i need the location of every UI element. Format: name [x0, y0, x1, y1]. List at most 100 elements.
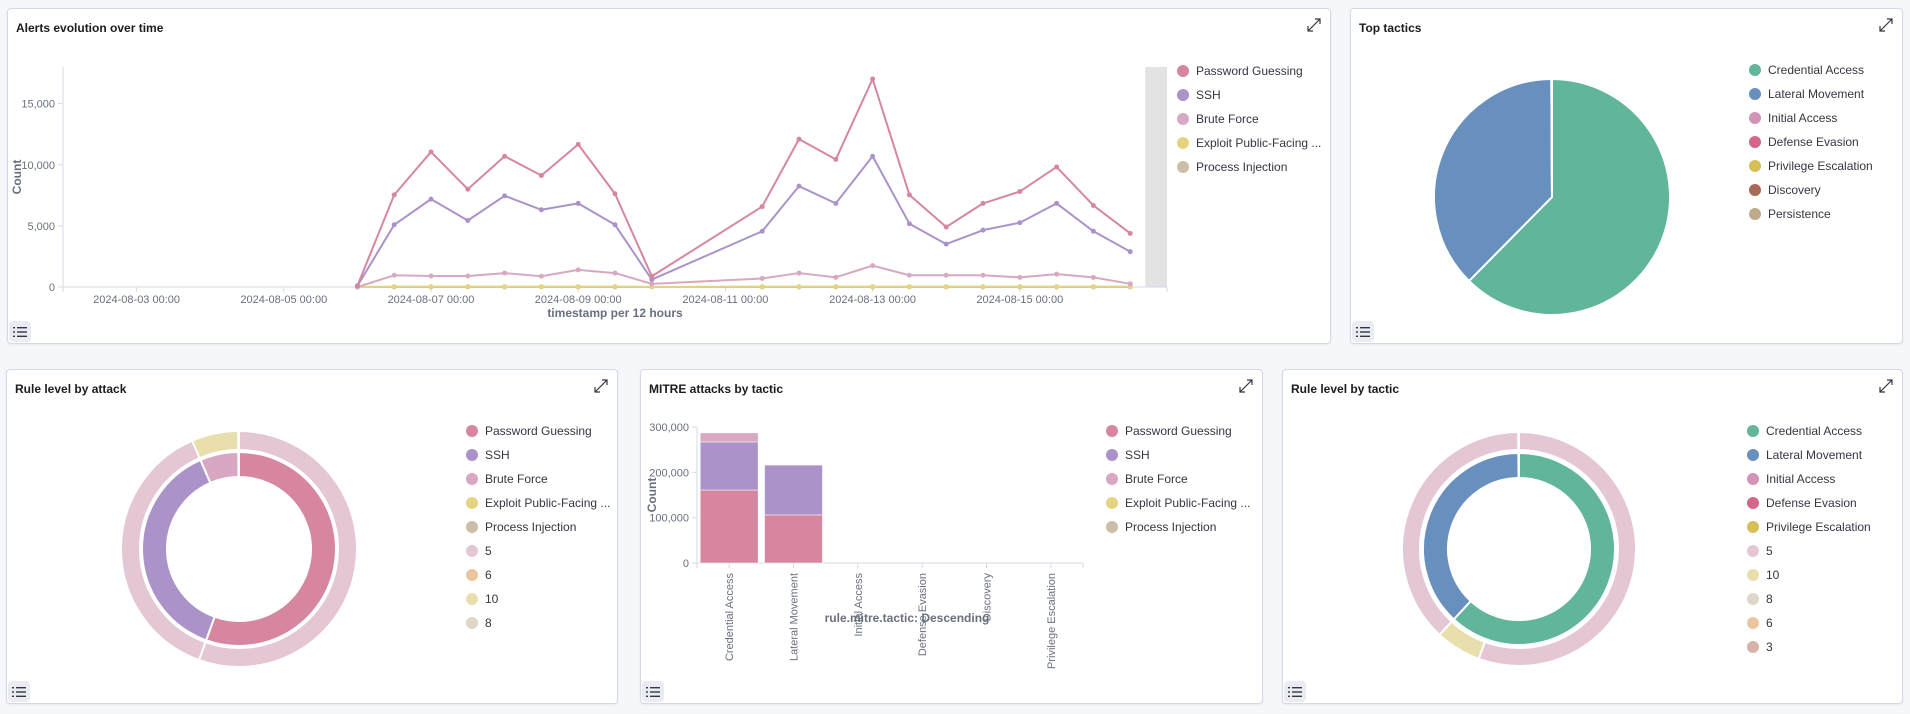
legend-item[interactable]: SSH [466, 443, 610, 467]
legend-item[interactable]: Initial Access [1749, 106, 1873, 130]
data-point [612, 191, 618, 197]
legend-label: SSH [485, 448, 510, 462]
legend-color-dot [1177, 89, 1189, 101]
legend-item[interactable]: Password Guessing [1177, 59, 1321, 83]
line-chart: 0 5,000 10,000 15,000 2024-08-03 00:00 2024-0… [10, 67, 1168, 320]
data-point [612, 222, 618, 228]
legend-item[interactable]: Process Injection [1177, 155, 1321, 179]
data-point [1127, 281, 1133, 287]
legend-item[interactable]: 10 [1747, 563, 1871, 587]
legend-label: Process Injection [485, 520, 577, 534]
x-tick-label: Credential Access [724, 573, 736, 662]
data-point [906, 284, 912, 290]
y-tick-label: 300,000 [649, 422, 689, 434]
legend-item[interactable]: Privilege Escalation [1749, 154, 1873, 178]
legend-label: Initial Access [1766, 472, 1836, 486]
legend-item[interactable]: Process Injection [466, 515, 610, 539]
y-tick-label: 200,000 [649, 467, 689, 479]
legend-color-dot [1106, 521, 1118, 533]
legend-item[interactable]: Exploit Public-Facing ... [1106, 491, 1250, 515]
legend-item[interactable]: Password Guessing [466, 419, 610, 443]
legend-item[interactable]: Brute Force [1177, 107, 1321, 131]
legend-color-dot [466, 569, 478, 581]
data-point [354, 283, 360, 289]
legend-label: Process Injection [1196, 160, 1288, 174]
legend-item[interactable]: 3 [1747, 635, 1871, 659]
legend-label: 8 [1766, 592, 1773, 606]
data-point [465, 186, 471, 192]
legend-item[interactable]: 8 [1747, 587, 1871, 611]
legend-item[interactable]: Discovery [1749, 178, 1873, 202]
toggle-legend-button[interactable] [9, 321, 31, 342]
legend-item[interactable]: Process Injection [1106, 515, 1250, 539]
legend-item[interactable]: Lateral Movement [1747, 443, 1871, 467]
chart-legend: Password Guessing SSH Brute Force Exploit P… [1106, 419, 1250, 539]
list-icon [1288, 686, 1302, 697]
legend-item[interactable]: Exploit Public-Facing ... [1177, 131, 1321, 155]
legend-label: Defense Evasion [1766, 496, 1857, 510]
legend-color-dot [1749, 136, 1761, 148]
data-point [575, 141, 581, 147]
x-tick-label: 2024-08-05 00:00 [240, 294, 327, 306]
data-point [502, 284, 508, 290]
series-line [357, 264, 1131, 288]
x-axis-title: rule.mitre.tactic: Descending [825, 611, 990, 625]
legend-item[interactable]: Exploit Public-Facing ... [466, 491, 610, 515]
legend-item[interactable]: Defense Evasion [1747, 491, 1871, 515]
data-point [980, 272, 986, 278]
data-point [870, 76, 876, 82]
panel-rule-level-by-attack: Rule level by attack Password Guessing SS… [6, 369, 618, 704]
legend-label: 8 [485, 616, 492, 630]
data-point [796, 270, 802, 276]
toggle-legend-button[interactable] [1284, 681, 1306, 702]
legend-item[interactable]: 10 [466, 587, 610, 611]
data-point [759, 228, 765, 234]
legend-item[interactable]: Credential Access [1749, 58, 1873, 82]
data-point [428, 149, 434, 155]
legend-item[interactable]: Password Guessing [1106, 419, 1250, 443]
data-point [943, 224, 949, 230]
legend-item[interactable]: Persistence [1749, 202, 1873, 226]
legend-item[interactable]: Defense Evasion [1749, 130, 1873, 154]
legend-item[interactable]: Privilege Escalation [1747, 515, 1871, 539]
legend-item[interactable]: 5 [466, 539, 610, 563]
data-point [391, 272, 397, 278]
legend-label: Process Injection [1125, 520, 1217, 534]
legend-item[interactable]: Lateral Movement [1749, 82, 1873, 106]
legend-item[interactable]: 6 [1747, 611, 1871, 635]
legend-item[interactable]: 8 [466, 611, 610, 635]
x-tick-label: Initial Access [853, 573, 865, 637]
legend-item[interactable]: 5 [1747, 539, 1871, 563]
legend-item[interactable]: Credential Access [1747, 419, 1871, 443]
legend-label: Defense Evasion [1768, 135, 1859, 149]
legend-item[interactable]: 6 [466, 563, 610, 587]
legend-color-dot [1177, 113, 1189, 125]
legend-item[interactable]: SSH [1106, 443, 1250, 467]
legend-color-dot [466, 425, 478, 437]
data-point [1090, 202, 1096, 208]
legend-label: Password Guessing [1196, 64, 1303, 78]
legend-label: Privilege Escalation [1766, 520, 1871, 534]
toggle-legend-button[interactable] [642, 681, 664, 702]
data-point [428, 196, 434, 202]
toggle-legend-button[interactable] [8, 681, 30, 702]
y-axis-title: Count [645, 478, 659, 513]
legend-item[interactable]: Brute Force [466, 467, 610, 491]
legend-item[interactable]: SSH [1177, 83, 1321, 107]
legend-color-dot [466, 449, 478, 461]
data-point [906, 272, 912, 278]
legend-color-dot [466, 617, 478, 629]
data-point [1017, 189, 1023, 195]
legend-item[interactable]: Brute Force [1106, 467, 1250, 491]
data-point [1017, 274, 1023, 280]
data-point [391, 192, 397, 198]
toggle-legend-button[interactable] [1352, 321, 1374, 342]
legend-color-dot [466, 473, 478, 485]
legend-item[interactable]: Initial Access [1747, 467, 1871, 491]
legend-color-dot [1106, 497, 1118, 509]
data-point [1090, 284, 1096, 290]
series-line [356, 155, 1131, 287]
data-point [538, 273, 544, 279]
data-point [465, 218, 471, 224]
bar-segment [699, 441, 759, 491]
